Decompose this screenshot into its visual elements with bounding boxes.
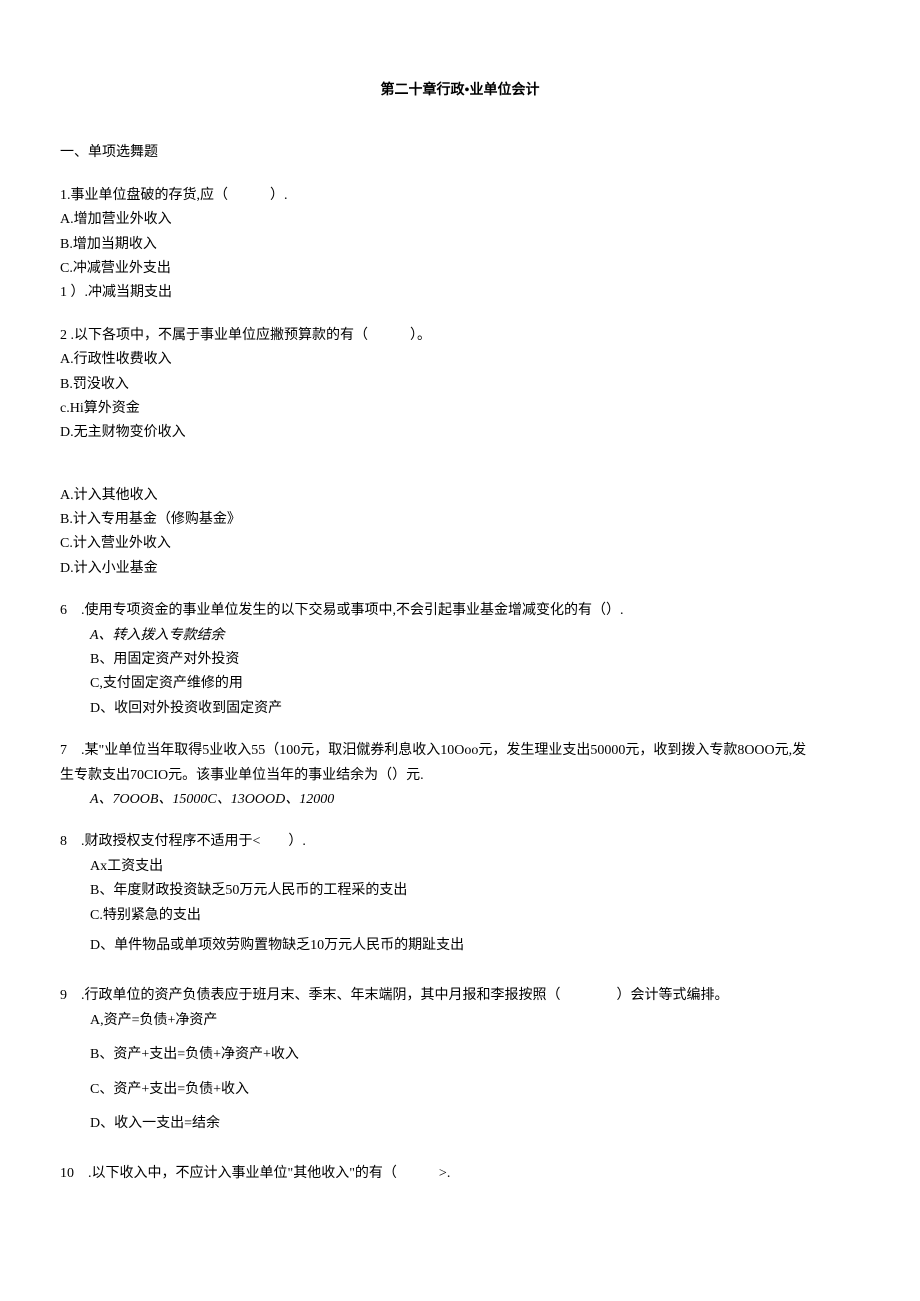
question-6-text: 6 .使用专项资金的事业单位发生的以下交易或事项中,不会引起事业基金增减变化的有… [60,600,860,622]
section-header: 一、单项选舞题 [60,142,860,164]
question-orphan-options: A.计入其他收入 B.计入专用基金（修购基金》 C.计入营业外收入 D.计入小业… [60,485,860,581]
option-2c: c.Hi算外资金 [60,398,860,420]
option-9b: B、资产+支出=负债+净资产+收入 [60,1044,860,1066]
option-8b: B、年度财政投资缺乏50万元人民币的工程采的支出 [60,880,860,902]
option-orphan-b: B.计入专用基金（修购基金》 [60,509,860,531]
option-6b: B、用固定资产对外投资 [60,649,860,671]
question-9: 9 .行政单位的资产负债表应于班月末、季末、年末端阴，其中月报和李报按照（ ）会… [60,985,860,1135]
option-1c: C.冲减营业外支出 [60,258,860,280]
option-7-inline: A、7OOOB、15000C、13OOOD、12000 [90,792,334,807]
question-1-options: A.增加营业外收入 B.增加当期收入 C.冲减营业外支出 1 ）.冲减当期支出 [60,209,860,305]
question-7-text-1: 7 .某"业单位当年取得5业收入55（100元，取汨僦券利息收入10Ooo元，发… [60,740,860,762]
option-8c: C.特别紧急的支出 [60,905,860,927]
option-1a: A.增加营业外收入 [60,209,860,231]
question-8-options: Ax工资支出 B、年度财政投资缺乏50万元人民币的工程采的支出 C.特别紧急的支… [60,856,860,958]
option-6d: D、收回对外投资收到固定资产 [60,698,860,720]
option-2b: B.罚没收入 [60,374,860,396]
question-9-options: A,资产=负债+净资产 B、资产+支出=负债+净资产+收入 C、资产+支出=负债… [60,1010,860,1136]
option-9c: C、资产+支出=负债+收入 [60,1079,860,1101]
question-orphan: A.计入其他收入 B.计入专用基金（修购基金》 C.计入营业外收入 D.计入小业… [60,485,860,581]
option-6a: A、转入拨入专款结余 [60,625,860,647]
chapter-title: 第二十章行政•业单位会计 [60,80,860,102]
question-2-text: 2 .以下各项中，不属于事业单位应撇预算款的有（ ）。 [60,325,860,347]
question-2-options: A.行政性收费收入 B.罚没收入 c.Hi算外资金 D.无主财物变价收入 [60,349,860,445]
option-orphan-d: D.计入小业基金 [60,558,860,580]
question-6: 6 .使用专项资金的事业单位发生的以下交易或事项中,不会引起事业基金增减变化的有… [60,600,860,720]
question-7: 7 .某"业单位当年取得5业收入55（100元，取汨僦券利息收入10Ooo元，发… [60,740,860,811]
option-6c: C,支付固定资产维修的用 [60,673,860,695]
question-10-text: 10 .以下收入中，不应计入事业单位"其他收入"的有（ >. [60,1163,860,1185]
question-8-text: 8 .财政授权支付程序不适用于< ）. [60,831,860,853]
option-2a: A.行政性收费收入 [60,349,860,371]
question-7-options: A、7OOOB、15000C、13OOOD、12000 [60,789,860,811]
question-1: 1.事业单位盘破的存货,应（ ）. A.增加营业外收入 B.增加当期收入 C.冲… [60,185,860,305]
question-7-text-2: 生专款支出70CIO元。该事业单位当年的事业结余为（）元. [60,765,860,787]
question-1-text: 1.事业单位盘破的存货,应（ ）. [60,185,860,207]
option-8d: D、单件物品或单项效劳购置物缺乏10万元人民币的期趾支出 [60,935,860,957]
question-8: 8 .财政授权支付程序不适用于< ）. Ax工资支出 B、年度财政投资缺乏50万… [60,831,860,957]
option-8a: Ax工资支出 [60,856,860,878]
option-6a-text: A、转入拨入专款结余 [90,628,225,643]
option-orphan-a: A.计入其他收入 [60,485,860,507]
question-2: 2 .以下各项中，不属于事业单位应撇预算款的有（ ）。 A.行政性收费收入 B.… [60,325,860,445]
option-9a: A,资产=负债+净资产 [60,1010,860,1032]
question-10: 10 .以下收入中，不应计入事业单位"其他收入"的有（ >. [60,1163,860,1185]
question-9-text: 9 .行政单位的资产负债表应于班月末、季末、年末端阴，其中月报和李报按照（ ）会… [60,985,860,1007]
option-orphan-c: C.计入营业外收入 [60,533,860,555]
option-1d: 1 ）.冲减当期支出 [60,282,860,304]
question-6-options: A、转入拨入专款结余 B、用固定资产对外投资 C,支付固定资产维修的用 D、收回… [60,625,860,721]
option-2d: D.无主财物变价收入 [60,422,860,444]
option-9d: D、收入一支出=结余 [60,1113,860,1135]
option-1b: B.增加当期收入 [60,234,860,256]
